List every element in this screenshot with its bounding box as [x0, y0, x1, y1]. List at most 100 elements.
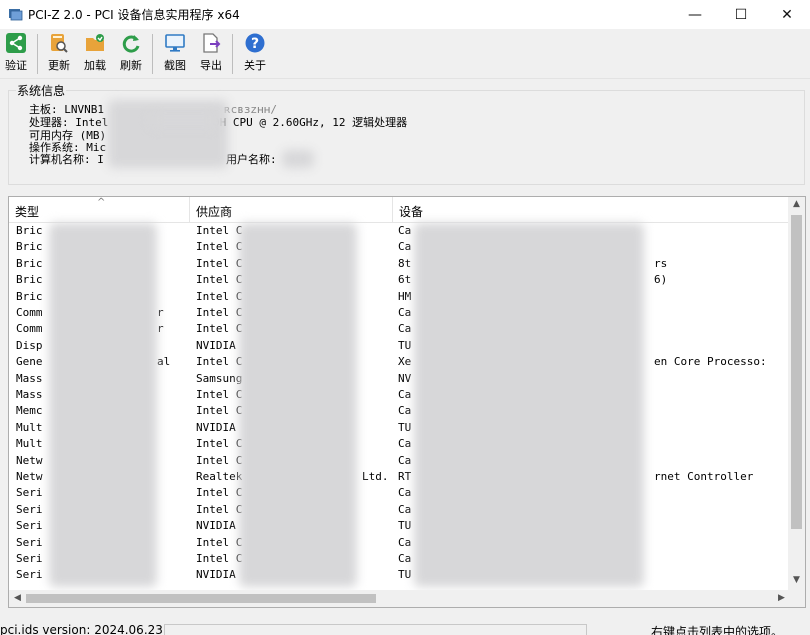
vendor-cell: Intel C [196, 535, 243, 549]
vendor-cell: NVIDIA [196, 568, 236, 582]
cell-fragment: rs [654, 256, 668, 270]
vendor-cell: Intel C [196, 502, 243, 516]
maximize-button[interactable]: ☐ [718, 0, 764, 29]
computer-name-info: 计算机名称: I [29, 153, 104, 166]
device-list[interactable]: 类型 ^ 供应商 设备 Bric Intel C Ca Bric Intel C Ca Br… [8, 196, 806, 608]
cell-fragment: 6) [654, 273, 668, 287]
vendor-cell: Realtek [196, 470, 243, 483]
column-header-type-label: 类型 [15, 205, 40, 219]
vertical-scrollbar[interactable]: ▲ ▼ [788, 197, 805, 592]
redacted-region [414, 223, 644, 587]
redacted-region [49, 223, 157, 587]
refresh-button[interactable]: 刷新 [116, 32, 146, 78]
device-cell: 6t [398, 273, 412, 287]
help-icon: ? [245, 33, 265, 53]
memory-info: 可用内存 (MB) [29, 129, 107, 142]
column-header-device[interactable]: 设备 [393, 197, 788, 223]
share-icon [6, 33, 26, 53]
type-cell: Bric [16, 273, 43, 287]
type-cell: Mass [16, 388, 43, 401]
type-cell: Mult [16, 420, 43, 434]
cell-fragment: al [157, 355, 171, 369]
type-cell: Memc [16, 404, 43, 418]
device-cell: TU [398, 338, 412, 352]
device-cell: 8t [398, 256, 412, 270]
user-name-info: 用户名称: [226, 153, 277, 166]
screenshot-label: 截图 [164, 59, 186, 72]
status-hint: 右键点击列表中的选项。 [651, 625, 784, 635]
redacted-region [239, 223, 357, 587]
column-header-vendor[interactable]: 供应商 [190, 197, 393, 223]
type-cell: Seri [16, 519, 43, 533]
device-cell: Ca [398, 453, 412, 467]
os-info: 操作系统: Mic [29, 141, 107, 154]
device-cell: Ca [398, 404, 412, 418]
vendor-cell: Intel C [196, 404, 243, 418]
folder-load-icon [86, 34, 104, 51]
column-header-device-label: 设备 [399, 205, 424, 219]
device-cell: TU [398, 420, 412, 434]
device-cell: Ca [398, 535, 412, 549]
vendor-cell: Intel C [196, 273, 243, 287]
device-cell: Ca [398, 502, 412, 516]
scroll-up-icon[interactable]: ▲ [788, 199, 805, 209]
device-cell: Ca [398, 552, 412, 565]
toolbar-separator [37, 34, 38, 74]
vertical-scroll-thumb[interactable] [791, 215, 802, 529]
vendor-cell: Intel C [196, 289, 243, 303]
export-icon [203, 33, 221, 53]
device-cell: Xe [398, 355, 412, 369]
cpu-info-tail: 0H CPU @ 2.60GHz, 12 逻辑处理器 [213, 116, 408, 129]
about-button[interactable]: ? 关于 [240, 32, 270, 78]
device-cell: TU [398, 519, 412, 533]
column-header-type[interactable]: 类型 ^ [9, 197, 190, 223]
load-button[interactable]: 加载 [80, 32, 110, 78]
vendor-cell: Intel C [196, 552, 243, 565]
sort-ascending-icon: ^ [97, 197, 106, 208]
screenshot-button[interactable]: 截图 [160, 32, 190, 78]
type-cell: Mult [16, 437, 43, 451]
pci-ids-version: pci.ids version: 2024.06.23 [0, 623, 163, 635]
vendor-cell: Intel C [196, 306, 243, 319]
type-cell: Netw [16, 453, 43, 467]
cpu-info: 处理器: Intel [29, 116, 109, 129]
status-progress-panel [164, 624, 587, 635]
title-bar: PCI-Z 2.0 - PCI 设备信息实用程序 x64 — ☐ ✕ [0, 0, 810, 29]
toolbar: 验证 更新 加载 刷新 截图 导出 ? 关于 [0, 29, 810, 79]
type-cell: Bric [16, 224, 43, 237]
minimize-button[interactable]: — [672, 0, 718, 29]
horizontal-scroll-thumb[interactable] [26, 594, 376, 603]
device-cell: NV [398, 371, 412, 385]
export-button[interactable]: 导出 [196, 32, 226, 78]
type-cell: Seri [16, 486, 43, 500]
vendor-cell: NVIDIA [196, 420, 236, 434]
vendor-cell: NVIDIA [196, 338, 236, 352]
device-cell: RT [398, 470, 412, 483]
database-search-icon [51, 34, 68, 53]
scroll-down-icon[interactable]: ▼ [788, 575, 805, 585]
cell-fragment: en Core Processo: [654, 355, 767, 369]
redacted-region [282, 150, 314, 168]
verify-button[interactable]: 验证 [2, 32, 30, 78]
type-cell: Seri [16, 502, 43, 516]
horizontal-scrollbar[interactable]: ◀ ▶ [9, 590, 790, 607]
type-cell: Seri [16, 552, 43, 565]
type-cell: Mass [16, 371, 43, 385]
list-header: 类型 ^ 供应商 设备 [9, 197, 788, 223]
close-button[interactable]: ✕ [764, 0, 810, 29]
vendor-cell: Intel C [196, 486, 243, 500]
scroll-left-icon[interactable]: ◀ [9, 593, 26, 603]
vendor-cell: Intel C [196, 322, 243, 336]
redacted-region [150, 112, 218, 128]
update-button[interactable]: 更新 [44, 32, 74, 78]
about-label: 关于 [244, 59, 266, 72]
vendor-cell: Intel C [196, 388, 243, 401]
type-cell: Seri [16, 535, 43, 549]
system-info-title: 系统信息 [16, 82, 67, 99]
status-bar: pci.ids version: 2024.06.23 右键点击列表中的选项。 [0, 618, 810, 635]
cell-fragment: r [157, 322, 164, 336]
vendor-cell: Intel C [196, 256, 243, 270]
vendor-cell: Samsung [196, 371, 243, 385]
monitor-icon [165, 34, 185, 52]
window-title: PCI-Z 2.0 - PCI 设备信息实用程序 x64 [28, 8, 240, 22]
